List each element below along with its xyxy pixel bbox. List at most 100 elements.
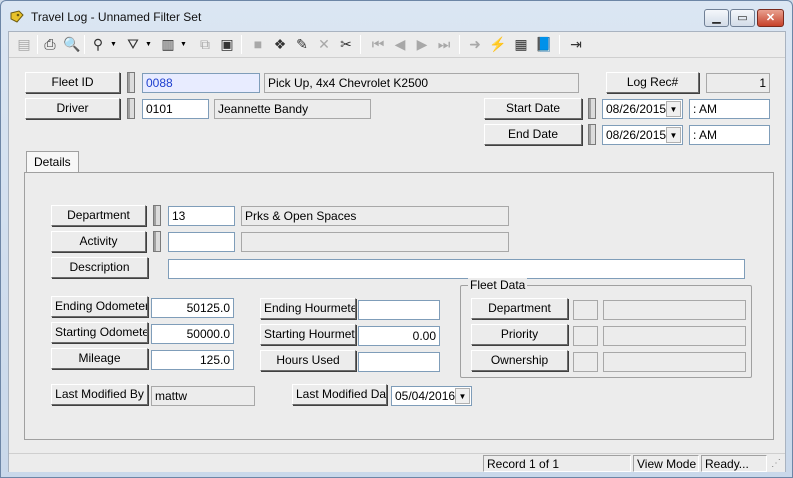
new-icon[interactable]: ▤ — [13, 34, 35, 55]
end-time-field[interactable]: : AM — [689, 125, 770, 145]
starting-hourmeter-button[interactable]: Starting Hourmeter — [260, 324, 356, 345]
starting-hourmeter-field[interactable]: 0.00 — [358, 326, 440, 346]
first-record-icon[interactable]: ⏮ — [367, 34, 389, 55]
fleet-priority-code-field — [573, 326, 598, 346]
end-date-handle[interactable] — [588, 124, 596, 145]
book-icon[interactable]: 📘 — [533, 34, 555, 55]
paste-icon[interactable]: ▣ — [216, 34, 238, 55]
report-dropdown-icon[interactable]: ▼ — [179, 34, 188, 55]
mileage-field[interactable]: 125.0 — [151, 350, 234, 370]
starting-odometer-field[interactable]: 50000.0 — [151, 324, 234, 344]
activity-code-field[interactable] — [168, 232, 235, 252]
mileage-button[interactable]: Mileage — [51, 348, 148, 369]
fleet-department-code-field — [573, 300, 598, 320]
ending-hourmeter-button[interactable]: Ending Hourmeter — [260, 298, 356, 319]
fleet-ownership-button[interactable]: Ownership — [471, 350, 568, 371]
toolbar-separator — [37, 35, 38, 54]
chevron-down-icon[interactable]: ▼ — [455, 388, 470, 404]
activity-button[interactable]: Activity — [51, 231, 146, 252]
driver-name-field: Jeannette Bandy — [214, 99, 371, 119]
delete-icon[interactable]: ✕ — [313, 34, 335, 55]
close-button[interactable]: ✕ — [757, 9, 784, 27]
ending-odometer-field[interactable]: 50125.0 — [151, 298, 234, 318]
fleet-id-lookup-handle[interactable] — [127, 72, 135, 93]
goto-icon[interactable]: ➜ — [464, 34, 486, 55]
record-counter: Record 1 of 1 — [483, 455, 631, 472]
next-record-icon[interactable]: ▶ — [411, 34, 433, 55]
window-title: Travel Log - Unnamed Filter Set — [31, 10, 202, 24]
edit-icon[interactable]: ✎ — [291, 34, 313, 55]
preview-icon[interactable]: 🔍 — [61, 34, 83, 55]
save-icon[interactable]: ■ — [247, 34, 269, 55]
filter-icon[interactable]: ⛛ — [122, 34, 144, 55]
copy-icon[interactable]: ⧉ — [194, 34, 216, 55]
toolbar-separator — [459, 35, 460, 54]
exit-icon[interactable]: ⇥ — [565, 34, 587, 55]
ending-hourmeter-field[interactable] — [358, 300, 440, 320]
filter-dropdown-icon[interactable]: ▼ — [144, 34, 153, 55]
close-icon: ✕ — [765, 12, 776, 24]
status-bar: Record 1 of 1 View Mode Ready... ⋰ — [9, 453, 785, 472]
description-field[interactable] — [168, 259, 745, 279]
activity-description-field — [241, 232, 509, 252]
mode-indicator: View Mode — [633, 455, 699, 472]
quick-action-icon[interactable]: ⚡ — [487, 34, 509, 55]
last-modified-date-button[interactable]: Last Modified Date — [292, 384, 387, 405]
previous-record-icon[interactable]: ◀ — [389, 34, 411, 55]
log-rec-button[interactable]: Log Rec# — [606, 72, 699, 93]
last-modified-date-value: 05/04/2016 — [395, 389, 456, 403]
fleet-department-description-field — [603, 300, 746, 320]
toolbar-separator — [559, 35, 560, 54]
department-lookup-handle[interactable] — [153, 205, 161, 226]
find-icon[interactable]: ⚲ — [87, 34, 109, 55]
driver-lookup-handle[interactable] — [127, 98, 135, 119]
hours-used-button[interactable]: Hours Used — [260, 350, 356, 371]
chevron-down-icon[interactable]: ▼ — [666, 127, 681, 143]
travel-log-app-icon — [10, 10, 24, 23]
description-button[interactable]: Description — [51, 257, 148, 278]
last-modified-date-combo[interactable]: 05/04/2016 ▼ — [391, 386, 472, 406]
end-date-combo[interactable]: 08/26/2015 ▼ — [602, 125, 683, 145]
print-icon[interactable]: ⎙ — [39, 34, 61, 55]
toolbar-separator — [84, 35, 85, 54]
minimize-icon: ▁ — [712, 12, 721, 24]
list-view-icon[interactable]: ▦ — [510, 34, 532, 55]
start-date-handle[interactable] — [588, 98, 596, 119]
add-icon[interactable]: ❖ — [269, 34, 291, 55]
title-bar[interactable]: Travel Log - Unnamed Filter Set ▁ ▭ ✕ — [1, 1, 792, 31]
start-date-button[interactable]: Start Date — [484, 98, 582, 119]
fleet-department-button[interactable]: Department — [471, 298, 568, 319]
status-text: Ready... — [701, 455, 767, 472]
resize-grip-icon[interactable]: ⋰ — [771, 458, 781, 469]
fleet-priority-button[interactable]: Priority — [471, 324, 568, 345]
last-record-icon[interactable]: ⏭ — [433, 34, 455, 55]
department-description-field: Prks & Open Spaces — [241, 206, 509, 226]
department-code-field[interactable]: 13 — [168, 206, 235, 226]
driver-button[interactable]: Driver — [25, 98, 120, 119]
fleet-priority-description-field — [603, 326, 746, 346]
end-date-value: 08/26/2015 — [606, 128, 667, 142]
chevron-down-icon[interactable]: ▼ — [666, 101, 681, 117]
end-date-button[interactable]: End Date — [484, 124, 582, 145]
minimize-button[interactable]: ▁ — [704, 9, 729, 27]
toolbar-separator — [360, 35, 361, 54]
ending-odometer-button[interactable]: Ending Odometer — [51, 296, 148, 317]
cut-icon[interactable]: ✂ — [335, 34, 357, 55]
starting-odometer-button[interactable]: Starting Odometer — [51, 322, 148, 343]
start-time-field[interactable]: : AM — [689, 99, 770, 119]
fleet-id-field[interactable]: 0088 — [142, 73, 260, 93]
log-rec-field: 1 — [706, 73, 770, 93]
start-date-value: 08/26/2015 — [606, 102, 667, 116]
report-icon[interactable]: ▥ — [157, 34, 179, 55]
last-modified-by-button[interactable]: Last Modified By — [51, 384, 148, 405]
find-dropdown-icon[interactable]: ▼ — [109, 34, 118, 55]
department-button[interactable]: Department — [51, 205, 146, 226]
tab-details[interactable]: Details — [26, 151, 79, 173]
hours-used-field[interactable] — [358, 352, 440, 372]
fleet-id-button[interactable]: Fleet ID — [25, 72, 120, 93]
toolbar-separator — [241, 35, 242, 54]
start-date-combo[interactable]: 08/26/2015 ▼ — [602, 99, 683, 119]
driver-id-field[interactable]: 0101 — [142, 99, 209, 119]
maximize-button[interactable]: ▭ — [730, 9, 755, 27]
activity-lookup-handle[interactable] — [153, 231, 161, 252]
